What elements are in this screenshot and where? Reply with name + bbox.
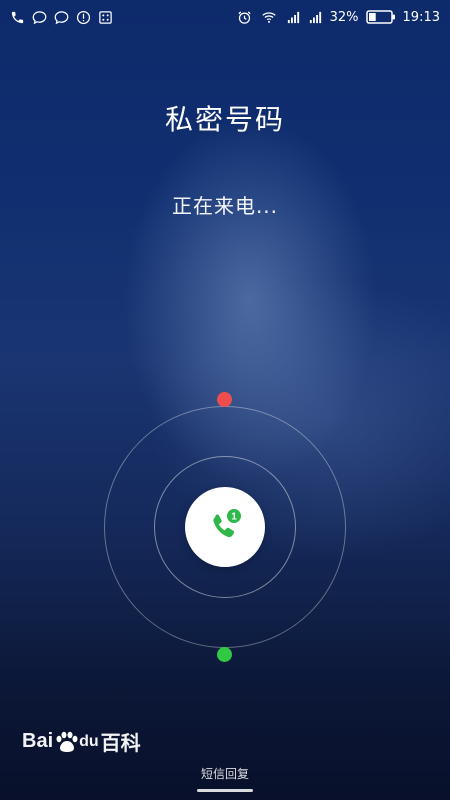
status-bar-left — [10, 10, 113, 25]
chat-bubble-icon — [54, 10, 69, 24]
chat-bubble-icon — [32, 10, 47, 24]
alarm-icon — [238, 10, 251, 24]
decline-target-dot[interactable] — [217, 392, 232, 407]
paw-icon — [56, 731, 78, 752]
call-status: 正在来电... — [171, 194, 279, 218]
clock: 19:13 — [402, 9, 440, 25]
baidu-baike-watermark: Bai du 百科 — [22, 727, 141, 756]
watermark-baike: 百科 — [100, 731, 141, 755]
wifi-icon — [261, 11, 276, 23]
phone-answer-icon: 1 — [213, 509, 241, 538]
signal-icon — [287, 11, 299, 23]
caller-name: 私密号码 — [164, 103, 285, 136]
alert-icon — [76, 10, 91, 24]
status-bar: 32% 19:13 — [0, 0, 450, 34]
sms-reply-button[interactable]: 短信回复 — [0, 765, 450, 782]
phone-icon — [11, 11, 24, 23]
accept-target-dot[interactable] — [217, 647, 232, 662]
screenshot-icon — [99, 10, 112, 24]
battery-icon — [365, 10, 395, 24]
signal-icon — [309, 11, 321, 23]
sim-badge: 1 — [231, 512, 237, 523]
watermark-du: du — [79, 732, 99, 750]
status-bar-right: 32% 19:13 — [237, 10, 440, 25]
answer-slider-handle[interactable]: 1 — [185, 487, 265, 567]
watermark-bai: Bai — [22, 730, 54, 752]
battery-percent: 32% — [329, 9, 359, 25]
swipe-up-handle[interactable] — [197, 789, 253, 792]
